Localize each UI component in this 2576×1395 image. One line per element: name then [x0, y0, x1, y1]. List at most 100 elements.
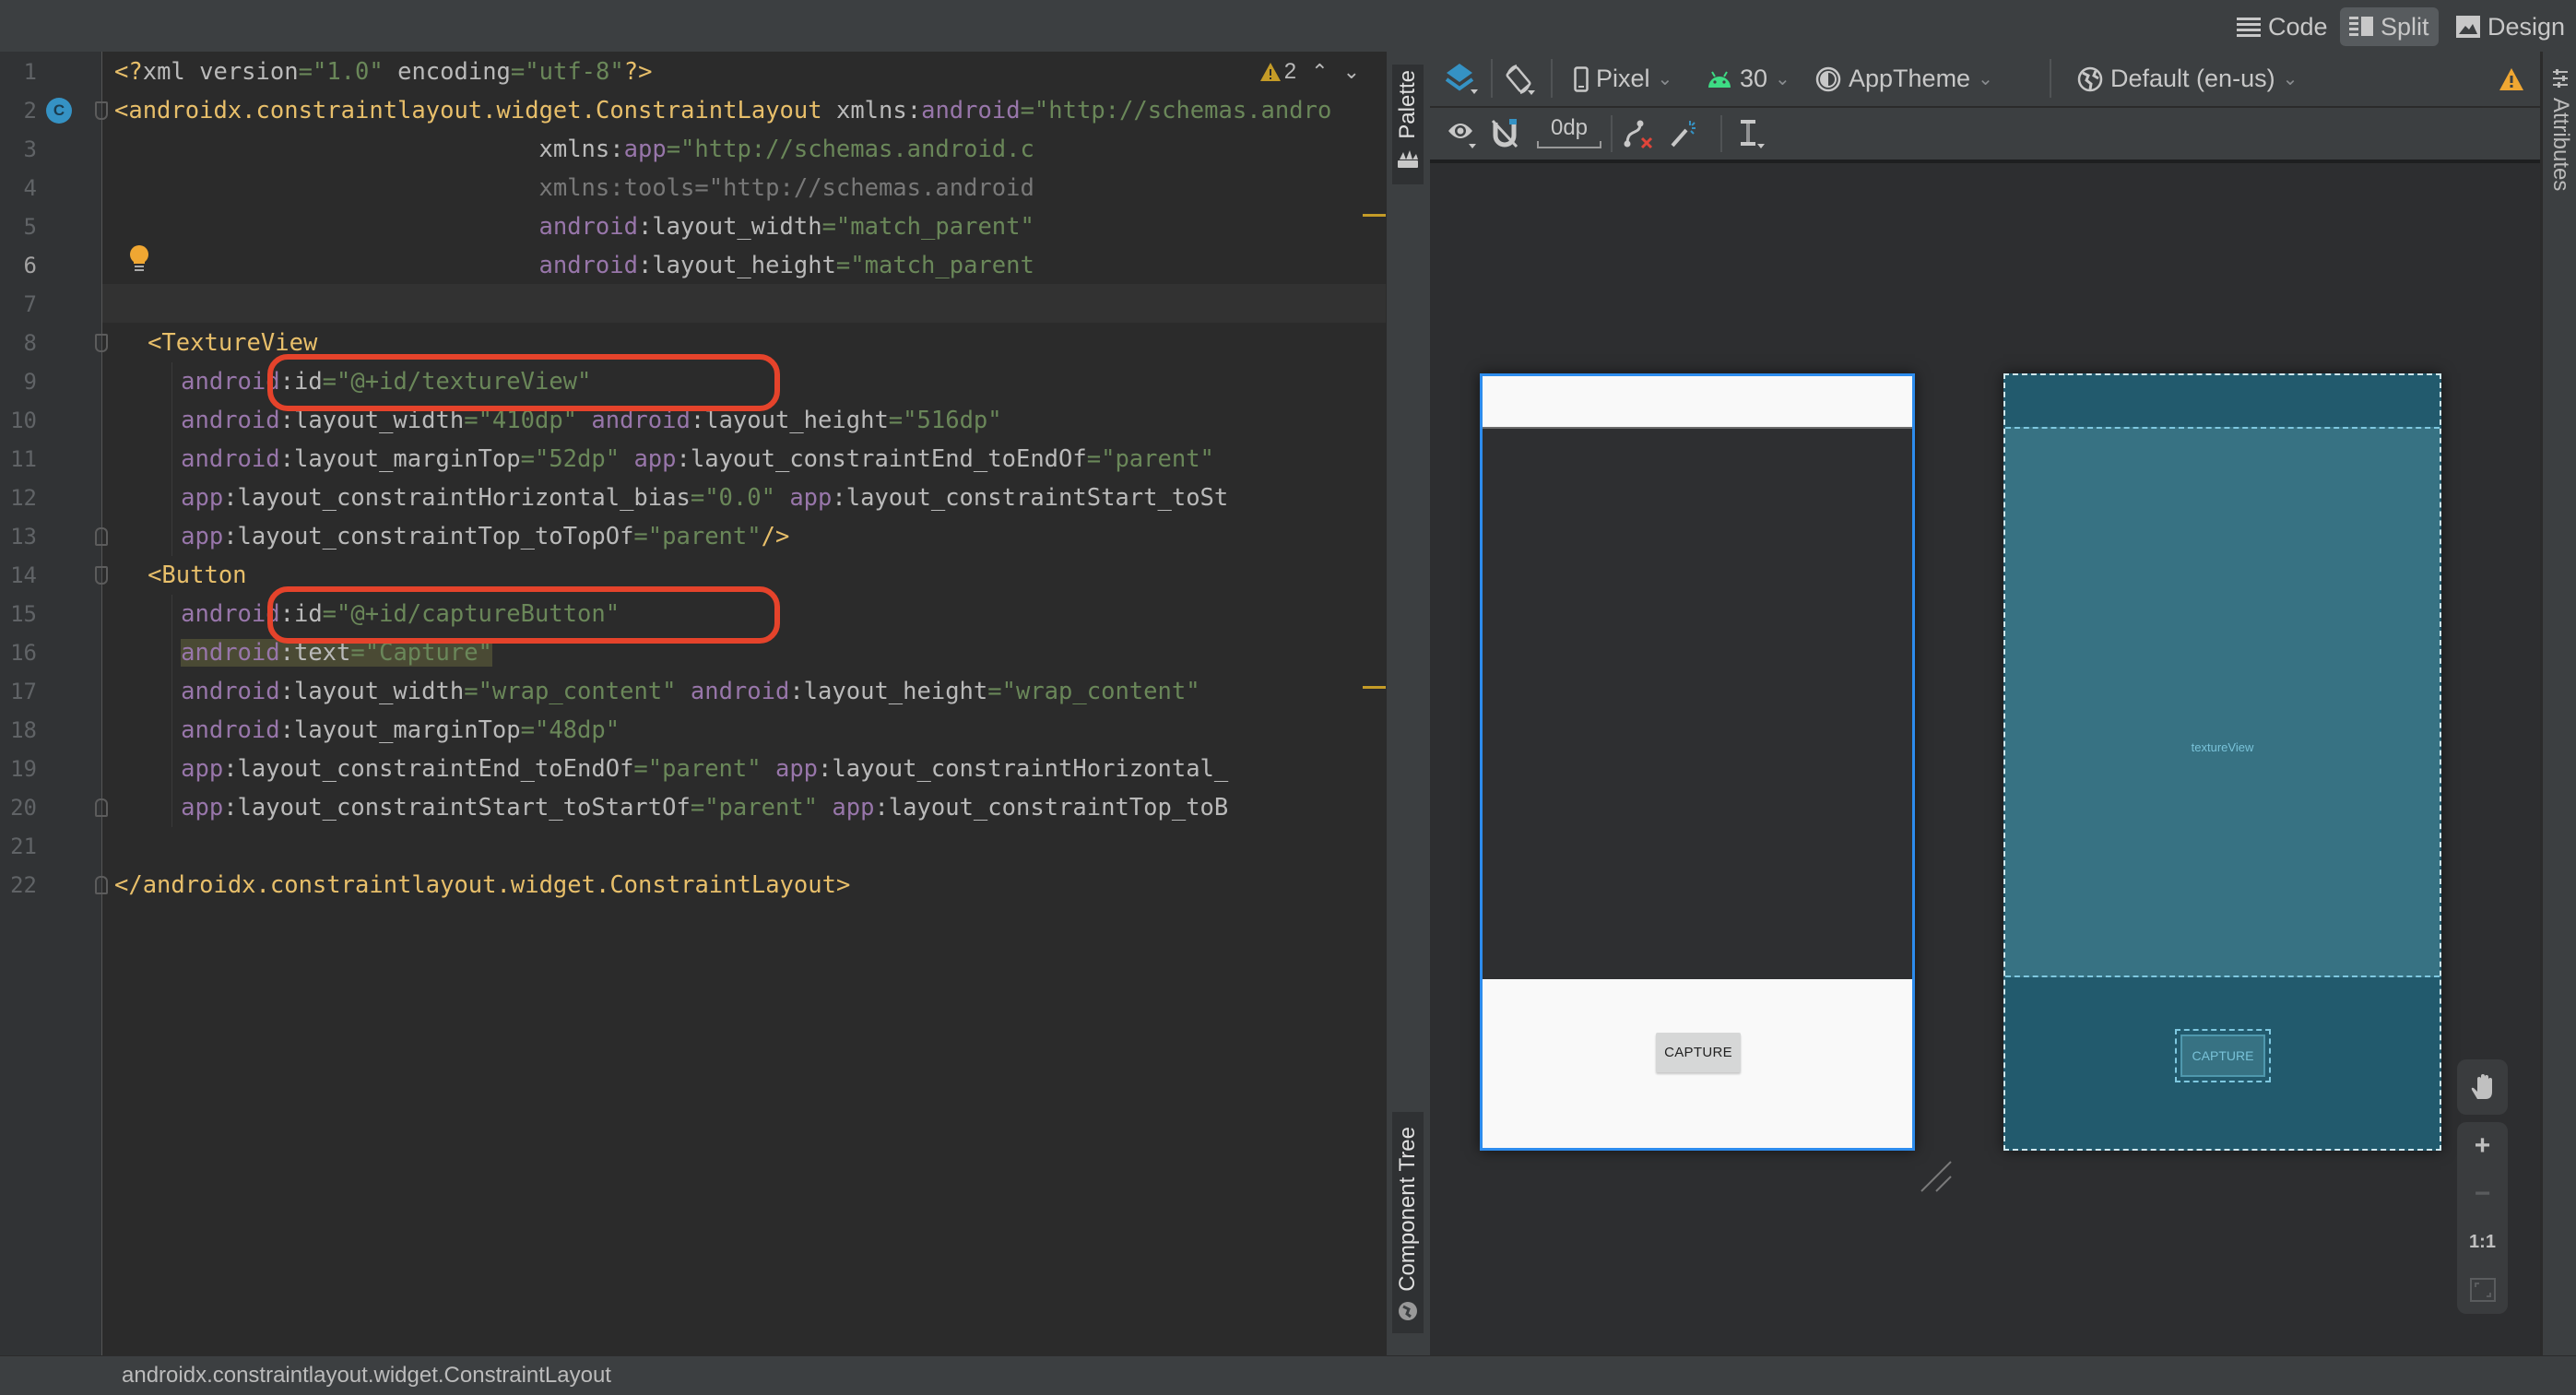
design-texture-view[interactable] — [1483, 427, 1912, 979]
design-surface-button[interactable] — [1445, 52, 1478, 106]
lightbulb-icon[interactable] — [129, 245, 149, 273]
code-token: "utf-8" — [525, 58, 624, 86]
design-capture-button[interactable]: CAPTURE — [1656, 1033, 1741, 1072]
infer-constraints-button[interactable] — [1670, 108, 1697, 160]
code-view-button[interactable]: Code — [2227, 7, 2337, 46]
line-number[interactable]: 10 — [0, 401, 37, 440]
view-options-button[interactable] — [1447, 108, 1478, 160]
line-number[interactable]: 7 — [0, 285, 37, 324]
pan-button[interactable] — [2457, 1059, 2508, 1115]
code-line[interactable]: android:layout_marginTop="52dp" app:layo… — [181, 440, 1214, 479]
device-selector[interactable]: Pixel ⌄ — [1574, 52, 1672, 106]
guidelines-button[interactable] — [1739, 108, 1767, 160]
next-highlight-icon[interactable]: ⌄ — [1343, 60, 1360, 84]
code-line[interactable]: app:layout_constraintHorizontal_bias="0.… — [181, 479, 1228, 517]
code-line[interactable]: android:layout_height="match_parent — [539, 246, 1034, 285]
line-number[interactable]: 8 — [0, 324, 37, 362]
blueprint-preview-frame[interactable]: textureView CAPTURE — [2003, 373, 2441, 1151]
line-number[interactable]: 5 — [0, 207, 37, 246]
resize-handle-icon[interactable] — [1920, 1160, 1953, 1193]
zoom-to-fit-button[interactable] — [2457, 1266, 2508, 1314]
zoom-out-button[interactable]: − — [2457, 1170, 2508, 1218]
blueprint-texture-view[interactable]: textureView — [2005, 427, 2440, 977]
previous-highlight-icon[interactable]: ⌃ — [1311, 60, 1328, 84]
code-token: :layout_constraintStart_toStartOf — [223, 794, 691, 822]
line-number[interactable]: 2 — [0, 91, 37, 130]
warning-count[interactable]: 2 — [1259, 59, 1296, 85]
line-number[interactable]: 13 — [0, 517, 37, 556]
api-level-label: 30 — [1740, 65, 1768, 92]
component-tree-tab[interactable]: Component Tree — [1392, 1112, 1424, 1333]
zoom-actual-size-button[interactable]: 1:1 — [2457, 1218, 2508, 1266]
split-view-button[interactable]: Split — [2340, 7, 2439, 46]
line-number[interactable]: 11 — [0, 440, 37, 479]
code-line[interactable]: <?xml version="1.0" encoding="utf-8"?> — [114, 53, 652, 91]
code-line[interactable]: android:layout_width="match_parent" — [539, 207, 1034, 246]
zoom-in-button[interactable]: + — [2457, 1122, 2508, 1170]
design-view-button[interactable]: Design — [2447, 7, 2574, 46]
fold-toggle-icon[interactable] — [95, 334, 108, 352]
indent-guide — [171, 362, 172, 556]
line-number[interactable]: 4 — [0, 169, 37, 207]
line-number[interactable]: 6 — [0, 246, 37, 285]
code-line-content: xmlns:tools="http://schemas.android — [539, 174, 1034, 202]
fold-toggle-icon[interactable] — [95, 876, 108, 894]
theme-selector[interactable]: AppTheme ⌄ — [1815, 52, 1993, 106]
line-number[interactable]: 15 — [0, 595, 37, 633]
code-token: android — [181, 407, 280, 434]
code-token: = — [821, 213, 836, 241]
fold-toggle-icon[interactable] — [95, 527, 108, 546]
code-token: "match_parent" — [835, 213, 1034, 241]
inspections-widget[interactable]: 2 ⌃ ⌄ — [1259, 59, 1360, 85]
orientation-button[interactable] — [1504, 52, 1537, 106]
line-number[interactable]: 16 — [0, 633, 37, 672]
design-canvas[interactable]: CAPTURE textureView CAPTURE + − 1:1 — [1430, 163, 2540, 1355]
line-number[interactable]: 19 — [0, 750, 37, 788]
code-editor[interactable]: 1 2 3 4 5 6 7 8 9 10 11 12 13 14 15 16 17 18 19 20 21 22 <?xm… — [0, 52, 1386, 1355]
fold-toggle-icon[interactable] — [95, 798, 108, 817]
clear-constraints-button[interactable] — [1624, 108, 1653, 160]
line-number[interactable]: 20 — [0, 788, 37, 827]
line-number[interactable]: 3 — [0, 130, 37, 169]
warning-stripe-marker[interactable] — [1363, 214, 1386, 217]
palette-tab[interactable]: Palette — [1392, 65, 1424, 184]
line-number[interactable]: 9 — [0, 362, 37, 401]
fold-toggle-icon[interactable] — [95, 101, 108, 120]
fold-toggle-icon[interactable] — [95, 566, 108, 585]
line-number[interactable]: 1 — [0, 53, 37, 91]
code-line[interactable]: android:layout_marginTop="48dp" — [181, 711, 620, 750]
code-token: <androidx.constraintlayout.widget.Constr… — [114, 97, 822, 124]
code-line[interactable]: </androidx.constraintlayout.widget.Const… — [114, 866, 850, 904]
line-number[interactable]: 12 — [0, 479, 37, 517]
line-number[interactable]: 18 — [0, 711, 37, 750]
code-line[interactable]: xmlns:app="http://schemas.android.c — [539, 130, 1034, 169]
layout-warning-button[interactable] — [2499, 52, 2523, 106]
design-preview-frame[interactable]: CAPTURE — [1480, 373, 1915, 1151]
warning-stripe-marker[interactable] — [1363, 686, 1386, 689]
class-badge-icon[interactable]: C — [46, 98, 72, 124]
default-margin-button[interactable]: 0dp — [1537, 108, 1601, 160]
code-line[interactable]: android:layout_width="wrap_content" andr… — [181, 672, 1199, 711]
code-token: android — [181, 639, 280, 667]
line-number[interactable]: 21 — [0, 827, 37, 866]
api-level-selector[interactable]: 30 ⌄ — [1707, 52, 1790, 106]
locale-selector[interactable]: Default (en-us) ⌄ — [2077, 52, 2298, 106]
line-number[interactable]: 17 — [0, 672, 37, 711]
line-number[interactable]: 22 — [0, 866, 37, 904]
line-number[interactable]: 14 — [0, 556, 37, 595]
code-line[interactable]: <androidx.constraintlayout.widget.Constr… — [114, 91, 1331, 130]
code-line[interactable]: <Button — [148, 556, 246, 595]
line-number-gutter: 1 2 3 4 5 6 7 8 9 10 11 12 13 14 15 16 17 18 19 20 21 22 — [0, 52, 102, 1355]
code-line-content: xmlns:app="http://schemas.android.c — [539, 136, 1034, 163]
code-line[interactable]: app:layout_constraintStart_toStartOf="pa… — [181, 788, 1228, 827]
blueprint-capture-button[interactable]: CAPTURE — [2175, 1029, 2271, 1082]
code-line[interactable]: app:layout_constraintEnd_toEndOf="parent… — [181, 750, 1228, 788]
attributes-tab[interactable]: Attributes — [2545, 68, 2576, 191]
chevron-down-icon: ⌄ — [1775, 69, 1790, 89]
breadcrumb-item[interactable]: androidx.constraintlayout.widget.Constra… — [122, 1356, 611, 1395]
code-line[interactable]: xmlns:tools="http://schemas.android — [539, 169, 1034, 207]
blueprint-capture-label: CAPTURE — [2180, 1034, 2265, 1077]
code-line[interactable]: app:layout_constraintTop_toTopOf="parent… — [181, 517, 789, 556]
autoconnect-toggle[interactable] — [1491, 108, 1518, 160]
